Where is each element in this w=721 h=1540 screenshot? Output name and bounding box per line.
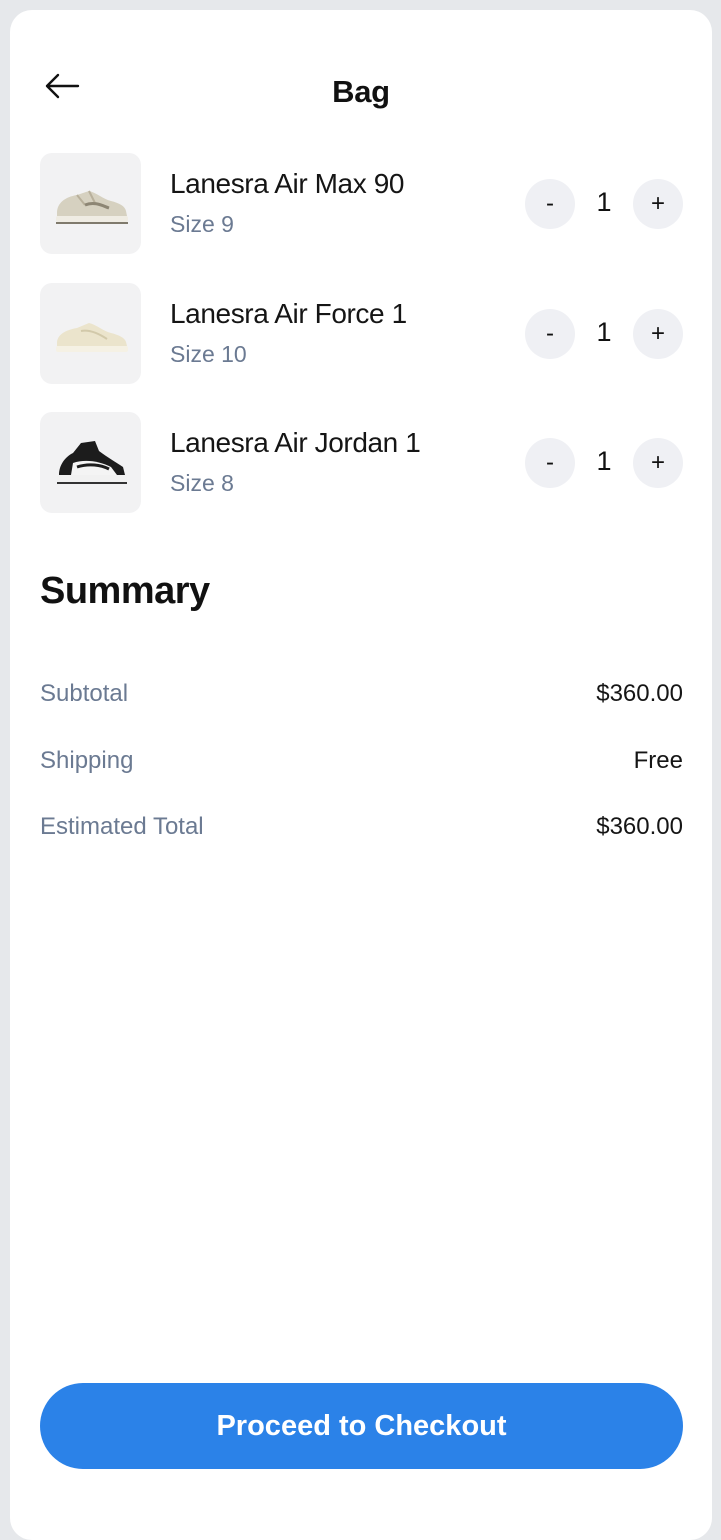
product-image [40, 153, 141, 254]
decrease-quantity-button[interactable]: - [525, 179, 575, 229]
quantity-value: 1 [596, 187, 612, 217]
cart-item: Lanesra Air Force 1 Size 10 - 1 + [40, 283, 683, 384]
sneaker-beige-icon [55, 190, 128, 224]
product-name: Lanesra Air Force 1 [170, 298, 407, 329]
summary-label: Shipping [40, 747, 134, 774]
product-size: Size 9 [170, 211, 234, 237]
page-title: Bag [332, 74, 390, 109]
summary-label: Subtotal [40, 680, 129, 707]
product-image [40, 412, 141, 513]
summary-value: $360.00 [596, 813, 683, 840]
decrease-quantity-button[interactable]: - [525, 438, 575, 488]
summary-value: Free [633, 747, 683, 774]
summary-row-subtotal: Subtotal $360.00 [40, 680, 683, 714]
product-size: Size 8 [170, 470, 234, 496]
summary-title: Summary [40, 570, 210, 612]
product-size: Size 10 [170, 341, 247, 367]
decrease-quantity-button[interactable]: - [525, 309, 575, 359]
summary-label: Estimated Total [40, 813, 204, 840]
sneaker-black-white-icon [56, 440, 127, 484]
checkout-button[interactable]: Proceed to Checkout [40, 1383, 683, 1469]
product-name: Lanesra Air Max 90 [170, 168, 405, 199]
increase-quantity-button[interactable]: + [633, 309, 683, 359]
increase-quantity-button[interactable]: + [633, 438, 683, 488]
sneaker-cream-icon [55, 322, 128, 352]
bag-screen: Bag Lanesra Air Max 90 Size 9 - 1 + Lane… [10, 10, 712, 1540]
cart-item: Lanesra Air Max 90 Size 9 - 1 + [40, 153, 683, 254]
increase-quantity-button[interactable]: + [633, 179, 683, 229]
summary-row-shipping: Shipping Free [40, 747, 683, 781]
cart-item: Lanesra Air Jordan 1 Size 8 - 1 + [40, 412, 683, 513]
product-image [40, 283, 141, 384]
product-name: Lanesra Air Jordan 1 [170, 427, 421, 458]
summary-row-estimated-total: Estimated Total $360.00 [40, 813, 683, 847]
quantity-value: 1 [596, 317, 612, 347]
quantity-value: 1 [596, 446, 612, 476]
summary-value: $360.00 [596, 680, 683, 707]
